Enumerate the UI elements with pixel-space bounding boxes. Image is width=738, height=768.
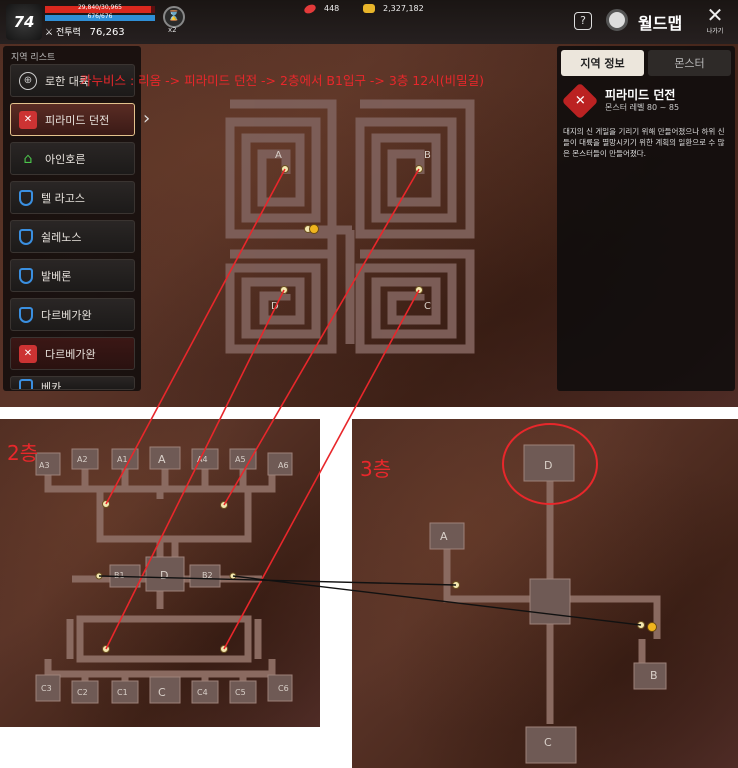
gold-currency: 2,327,182	[363, 4, 424, 13]
info-tabs: 지역 정보 몬스터	[557, 46, 735, 80]
room-label: C4	[197, 688, 208, 697]
room-label: D	[160, 569, 169, 582]
room-label: A4	[197, 455, 208, 464]
shield-icon	[19, 228, 33, 245]
exp-buff-icon[interactable]: ⌛	[163, 6, 185, 28]
hp-text: 29,840/30,965	[77, 4, 122, 11]
dungeon-name: 피라미드 던전	[605, 88, 676, 102]
room-label: D	[544, 459, 553, 472]
world-map-icon	[606, 9, 628, 31]
tab-monster[interactable]: 몬스터	[648, 50, 731, 76]
region-item[interactable]: 베카	[10, 376, 135, 390]
mp-bar: 676/676	[45, 13, 155, 21]
region-item-label: 아인호른	[45, 152, 86, 166]
mp-text: 676/676	[87, 13, 113, 20]
room-label: C	[544, 736, 552, 749]
region-item[interactable]: 쉴레노스	[10, 220, 135, 253]
room-label: A	[275, 150, 282, 161]
room-label: A3	[39, 461, 50, 470]
room-label: C6	[278, 684, 289, 693]
shield-icon	[19, 306, 33, 323]
region-item-label: 피라미드 던전	[45, 113, 110, 127]
region-item[interactable]: ✕ 피라미드 던전	[10, 103, 135, 136]
player-position-marker	[647, 622, 657, 632]
room-label: A2	[77, 455, 88, 464]
room-label: C	[158, 686, 166, 699]
shield-icon	[19, 189, 33, 206]
combat-power: ⚔ 전투력 76,263	[45, 25, 125, 38]
region-info-panel: 지역 정보 몬스터 ✕ 피라미드 던전 몬스터 레벨 80 ~ 85 대지의 신…	[557, 46, 735, 391]
character-level-badge[interactable]: 74	[6, 4, 42, 40]
region-item[interactable]: 텔 라고스	[10, 181, 135, 214]
tab-region-info[interactable]: 지역 정보	[561, 50, 644, 76]
page-title: 월드맵	[638, 14, 683, 33]
shield-icon	[19, 379, 33, 389]
combat-power-value: 76,263	[89, 27, 125, 38]
region-list-title: 지역 리스트	[11, 53, 56, 63]
room-label: C2	[77, 688, 88, 697]
region-item-label: 텔 라고스	[41, 191, 85, 205]
floor-2-map: 2층 A3 A2 A1 A A4 A5 A6 B1 D B2 C3 C2 C1 C C4 C5 C6	[0, 419, 320, 727]
buff-multiplier: x2	[168, 26, 177, 34]
room-label: C	[424, 301, 431, 312]
dungeon-x-icon: ✕	[19, 110, 37, 129]
room-label: A5	[235, 455, 246, 464]
region-description: 대지의 신 게일을 기리기 위해 만들어졌으나 하위 신들이 대륙을 멸망시키기…	[563, 127, 725, 158]
dungeon-x-icon: ✕	[561, 82, 599, 120]
gem-icon	[302, 2, 318, 15]
floor-3-map: 3층 D A B C	[352, 419, 738, 768]
home-icon: ⌂	[23, 150, 33, 167]
close-button[interactable]: ✕ 나가기	[702, 4, 728, 35]
room-label: A6	[278, 461, 289, 470]
room-label: B	[424, 150, 431, 161]
region-item-label: 다르베가완	[45, 347, 96, 361]
gold-amount: 2,327,182	[383, 4, 424, 13]
shield-icon	[19, 267, 33, 284]
region-list-panel: 지역 리스트 ⊕ 로한 대륙 ✕ 피라미드 던전 ⌂ 아인호른 텔 라고스 쉴레노스 발베론 다르…	[3, 46, 141, 391]
room-label: C1	[117, 688, 128, 697]
region-item[interactable]: ⌂ 아인호른	[10, 142, 135, 175]
floor-2-label: 2층	[7, 441, 39, 465]
sword-icon: ⚔	[45, 28, 54, 38]
close-label: 나가기	[706, 28, 724, 35]
region-item-label: 발베론	[41, 269, 72, 283]
room-label: A1	[117, 455, 128, 464]
region-item-label: 다르베가완	[41, 308, 92, 322]
room-label: A	[158, 453, 166, 466]
world-map-screen: A B D C 74 29,840/30,965 676/676 ⚔ 전투력 7…	[0, 0, 738, 407]
room-label: C5	[235, 688, 246, 697]
combat-power-label: 전투력	[55, 28, 81, 38]
player-position-marker	[309, 224, 319, 234]
top-hud: 74 29,840/30,965 676/676 ⚔ 전투력 76,263 ⌛ …	[0, 0, 738, 44]
region-item[interactable]: 발베론	[10, 259, 135, 292]
room-label: A	[440, 530, 448, 543]
room-label: D	[271, 301, 279, 312]
room-label: B1	[114, 571, 125, 580]
gem-amount: 448	[324, 4, 340, 13]
gold-coin-icon	[363, 4, 375, 13]
help-button[interactable]: ?	[574, 12, 592, 30]
globe-icon: ⊕	[19, 71, 37, 90]
region-item[interactable]: 다르베가완	[10, 298, 135, 331]
chevron-right-icon[interactable]: ›	[143, 108, 150, 129]
dungeon-header: ✕ 피라미드 던전 몬스터 레벨 80 ~ 85	[557, 82, 735, 122]
route-annotation: 카누비스 : 리옴 -> 피라미드 던전 -> 2층에서 B1입구 -> 3층 …	[80, 73, 484, 88]
room-label: B	[650, 669, 658, 682]
hp-bar: 29,840/30,965	[45, 4, 155, 13]
room-label: C3	[41, 684, 52, 693]
close-icon: ✕	[706, 3, 724, 27]
room-label: B2	[202, 571, 213, 580]
region-item-label: 쉴레노스	[41, 230, 82, 244]
gem-currency: 448	[302, 2, 340, 15]
region-item-label: 베카	[41, 381, 62, 390]
floor-3-label: 3층	[360, 457, 392, 481]
monster-level: 몬스터 레벨 80 ~ 85	[605, 103, 680, 112]
dungeon-x-icon: ✕	[19, 344, 37, 363]
region-item[interactable]: ✕ 다르베가완	[10, 337, 135, 370]
